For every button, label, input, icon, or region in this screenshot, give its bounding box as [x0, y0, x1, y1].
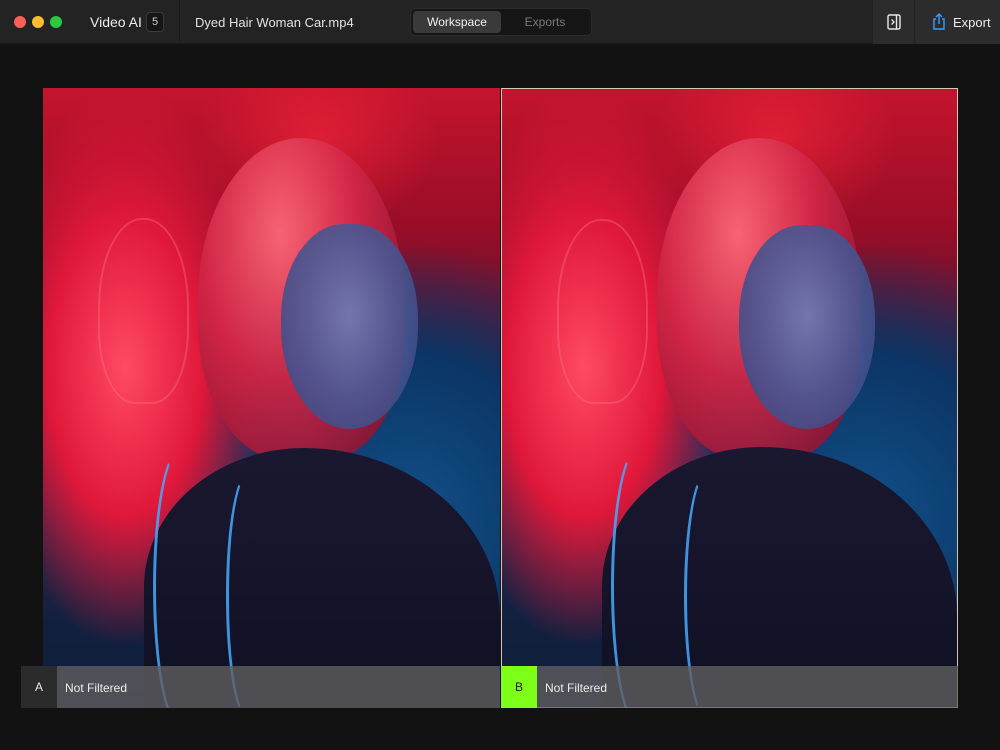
app-name: Video AI: [90, 14, 142, 30]
file-name: Dyed Hair Woman Car.mp4: [195, 15, 354, 30]
panel-a-label-bar: A Not Filtered: [21, 666, 500, 708]
video-frame-enhanced: [502, 89, 957, 707]
panel-b-status: Not Filtered: [545, 681, 608, 695]
version-badge: 5: [146, 12, 164, 32]
panel-a-status: Not Filtered: [65, 681, 128, 695]
export-label: Export: [953, 15, 991, 30]
video-frame-original: [43, 88, 500, 708]
window-close-button[interactable]: [14, 16, 26, 28]
sidebar-toggle-button[interactable]: [873, 0, 915, 44]
tab-workspace[interactable]: Workspace: [413, 11, 501, 33]
panel-b-label-bar: B Not Filtered: [501, 666, 958, 708]
divider: [179, 0, 180, 44]
panel-a-marker[interactable]: A: [21, 666, 57, 708]
preview-original[interactable]: [43, 88, 500, 708]
window-minimize-button[interactable]: [32, 16, 44, 28]
window-maximize-button[interactable]: [50, 16, 62, 28]
toolbar-actions: Export: [873, 0, 1000, 44]
view-switcher: Workspace Exports: [410, 8, 592, 36]
tab-exports[interactable]: Exports: [501, 11, 589, 33]
title-bar: Video AI 5 Dyed Hair Woman Car.mp4 Works…: [0, 0, 1000, 44]
share-icon: [933, 13, 945, 30]
export-button[interactable]: Export: [915, 0, 1000, 44]
panel-b-marker[interactable]: B: [501, 666, 537, 708]
sidebar-toggle-icon: [887, 14, 901, 30]
preview-enhanced[interactable]: [501, 88, 958, 708]
